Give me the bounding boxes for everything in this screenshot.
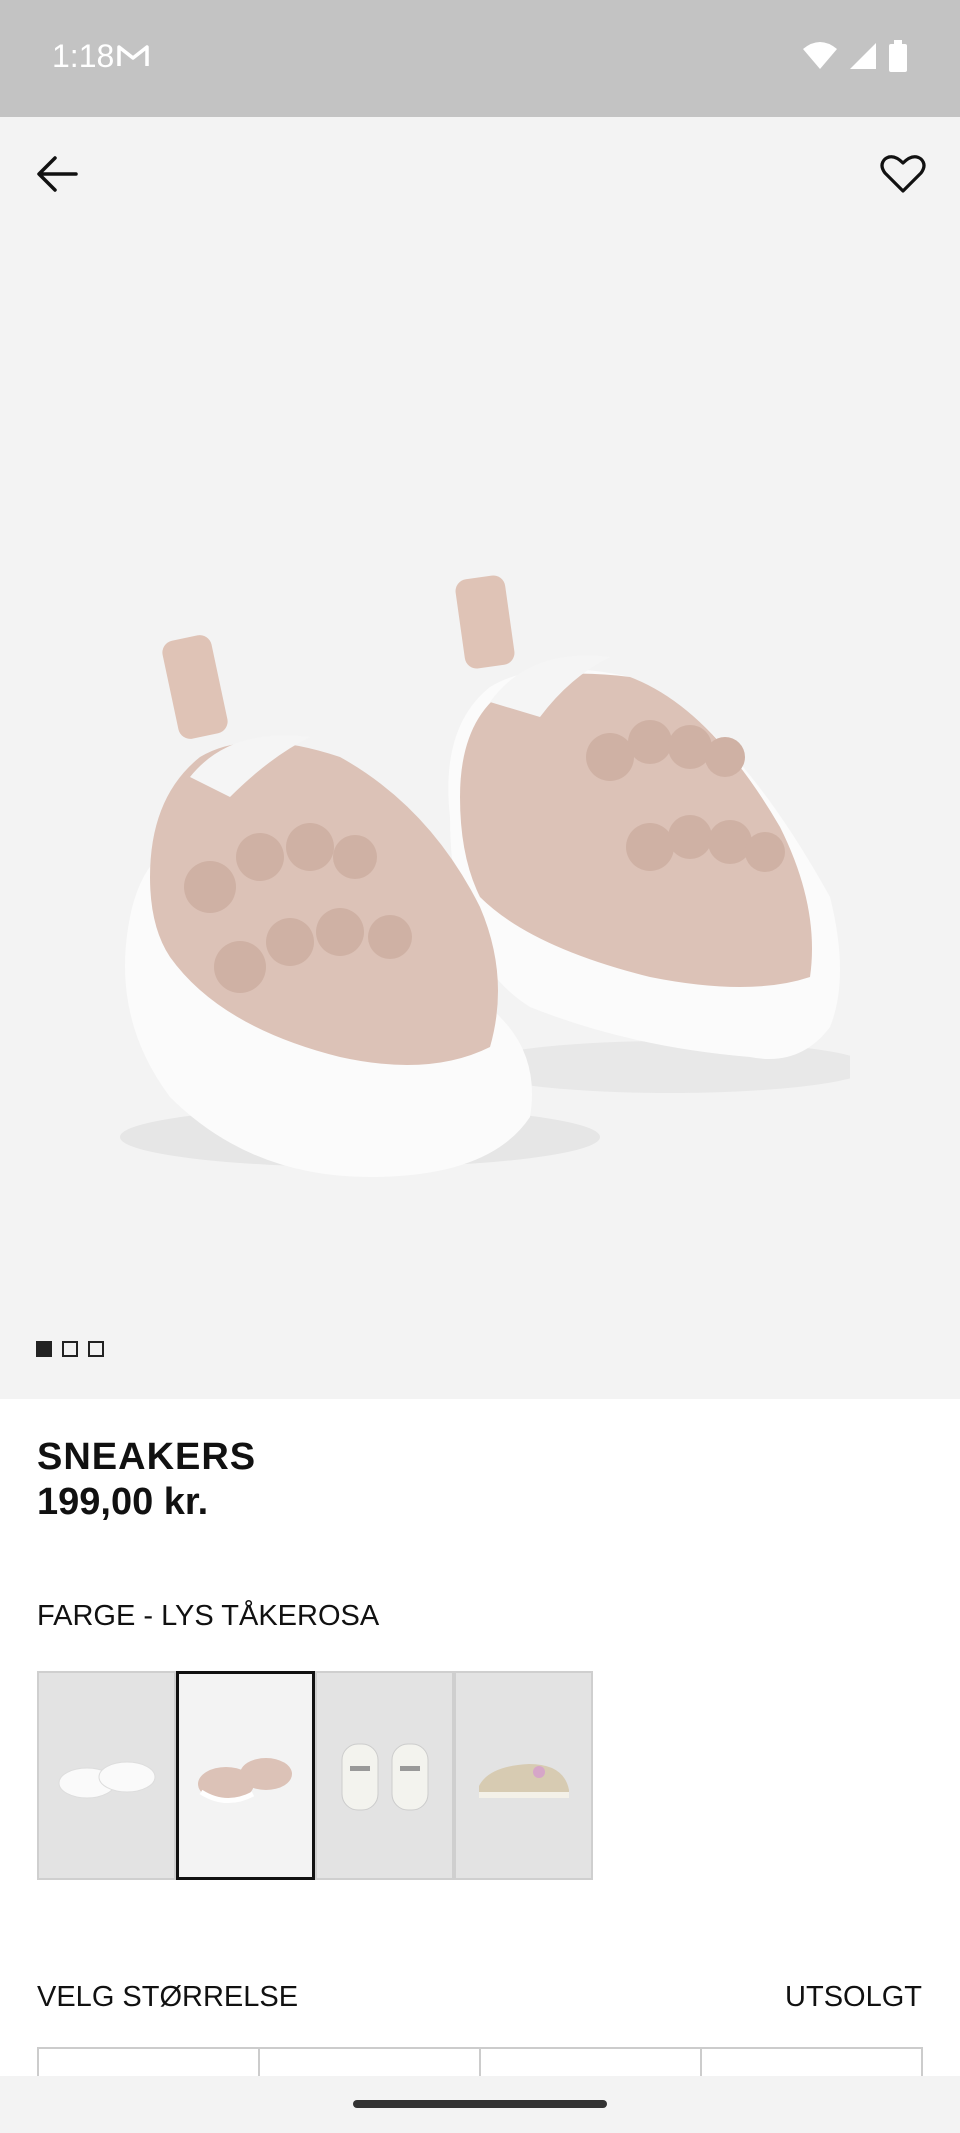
gallery-dot-3[interactable]	[88, 1341, 104, 1357]
product-image-gallery[interactable]	[0, 117, 960, 1399]
color-swatches	[37, 1671, 593, 1880]
back-button[interactable]	[30, 147, 84, 201]
product-image	[120, 575, 850, 1177]
status-bar: 1:18	[0, 0, 960, 117]
soldout-status: UTSOLGT	[785, 1981, 922, 2013]
product-title: SNEAKERS	[37, 1436, 257, 1478]
size-option[interactable]	[700, 2049, 923, 2079]
size-option[interactable]	[258, 2049, 479, 2079]
battery-icon	[888, 40, 908, 77]
product-price: 199,00 kr.	[37, 1481, 209, 1523]
arrow-left-icon	[37, 156, 78, 192]
gallery-dot-2[interactable]	[62, 1341, 78, 1357]
home-indicator[interactable]	[353, 2100, 607, 2108]
swatch-image	[341, 1743, 428, 1810]
status-time: 1:18	[52, 38, 115, 74]
color-swatch-beige[interactable]	[454, 1671, 593, 1880]
gallery-dot-1[interactable]	[36, 1341, 52, 1357]
heart-outline-icon	[880, 155, 926, 193]
swatch-image	[197, 1757, 292, 1803]
color-swatch-pink[interactable]	[176, 1671, 315, 1880]
size-label: VELG STØRRELSE	[37, 1981, 299, 2013]
favorite-button[interactable]	[876, 147, 930, 201]
gmail-icon	[116, 43, 150, 74]
gallery-pagination[interactable]	[36, 1341, 104, 1357]
color-swatch-white-velcro[interactable]	[315, 1671, 454, 1880]
color-swatch-white[interactable]	[37, 1671, 176, 1880]
status-icons	[802, 40, 908, 77]
wifi-icon	[802, 41, 838, 76]
size-option[interactable]	[479, 2049, 700, 2079]
swatch-image	[478, 1763, 569, 1798]
color-label: FARGE - LYS TÅKEROSA	[37, 1600, 380, 1632]
size-option[interactable]	[37, 2049, 258, 2079]
size-grid	[37, 2047, 923, 2079]
signal-icon	[848, 41, 878, 76]
swatch-image	[58, 1761, 155, 1798]
